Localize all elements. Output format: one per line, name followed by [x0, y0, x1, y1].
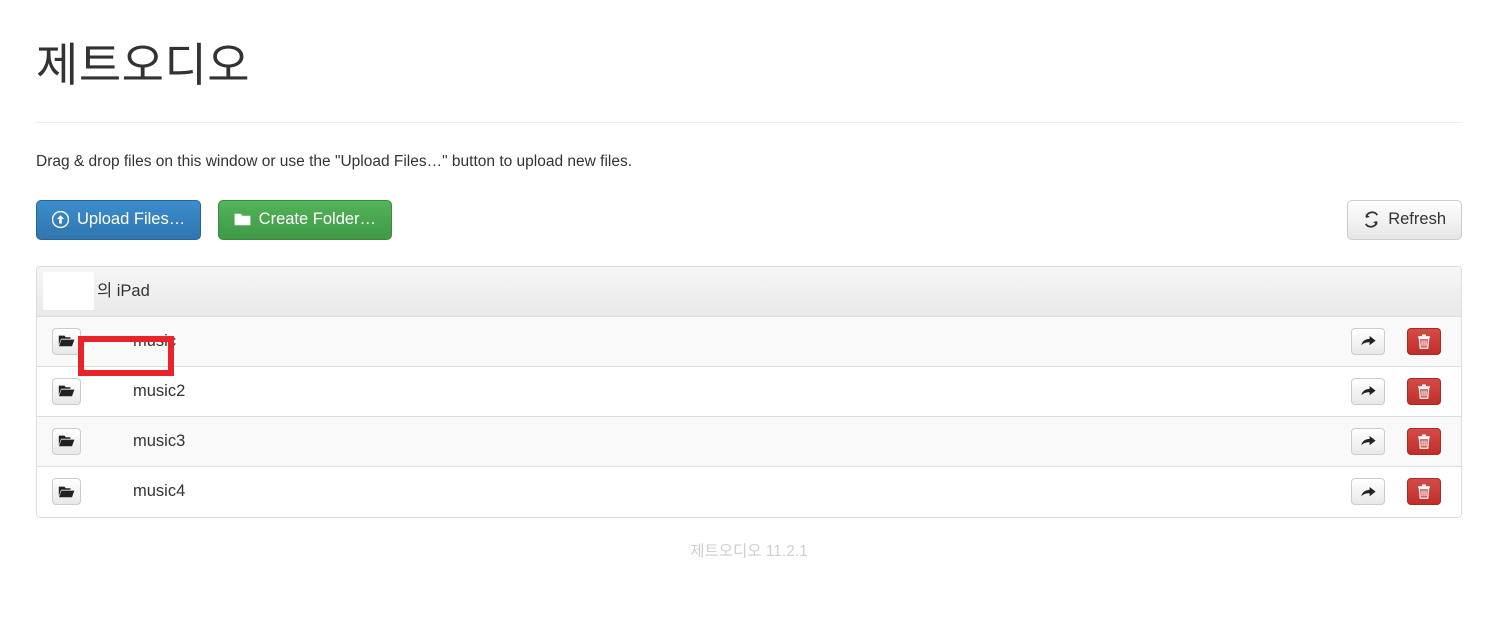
share-arrow-icon[interactable] — [1351, 478, 1385, 506]
row-icon-cell — [37, 427, 89, 455]
row-icon-cell — [37, 478, 89, 506]
upload-files-button[interactable]: Upload Files… — [36, 199, 202, 240]
refresh-label: Refresh — [1388, 210, 1446, 229]
upload-files-label: Upload Files… — [77, 210, 186, 229]
panel-header-breadcrumb[interactable]: 의 iPad — [37, 266, 1461, 317]
table-row[interactable]: music — [37, 316, 1461, 367]
row-icon-cell — [37, 327, 89, 355]
table-row[interactable]: music4 — [37, 466, 1461, 517]
toolbar: Upload Files… Create Folder… Refresh — [36, 199, 1462, 244]
open-folder-icon[interactable] — [51, 478, 81, 506]
trash-icon[interactable] — [1407, 327, 1441, 355]
trash-icon[interactable] — [1407, 427, 1441, 455]
app-version-footer: 제트오디오 11.2.1 — [690, 542, 808, 560]
open-folder-icon[interactable] — [51, 427, 81, 455]
row-actions — [1351, 327, 1461, 355]
row-actions — [1351, 377, 1461, 405]
table-row[interactable]: music2 — [37, 366, 1461, 417]
open-folder-icon[interactable] — [51, 377, 81, 405]
content-container: 제트오디오 Drag & drop files on this window o… — [36, 0, 1462, 559]
create-folder-label: Create Folder… — [258, 210, 377, 229]
refresh-button[interactable]: Refresh — [1347, 199, 1462, 240]
folder-icon — [234, 211, 251, 228]
page-title: 제트오디오 — [36, 39, 251, 91]
share-arrow-icon[interactable] — [1351, 327, 1385, 355]
refresh-icon — [1363, 211, 1380, 228]
folder-name[interactable]: music3 — [89, 433, 1351, 450]
trash-icon[interactable] — [1407, 377, 1441, 405]
folder-name[interactable]: music4 — [89, 483, 1351, 500]
folder-name[interactable]: music — [89, 333, 1351, 350]
row-actions — [1351, 478, 1461, 506]
create-folder-button[interactable]: Create Folder… — [217, 199, 393, 240]
open-folder-icon[interactable] — [51, 327, 81, 355]
app-root: 제트오디오 Drag & drop files on this window o… — [0, 0, 1511, 638]
row-icon-cell — [37, 377, 89, 405]
trash-icon[interactable] — [1407, 478, 1441, 506]
row-actions — [1351, 427, 1461, 455]
share-arrow-icon[interactable] — [1351, 377, 1385, 405]
redacted-device-owner-name — [43, 272, 94, 311]
instructions-text: Drag & drop files on this window or use … — [36, 153, 633, 170]
device-name-label: 의 iPad — [97, 281, 150, 300]
share-arrow-icon[interactable] — [1351, 427, 1385, 455]
file-browser-panel: 의 iPad music music2 music3 music4 — [36, 265, 1462, 518]
file-list: music music2 music3 music4 — [37, 316, 1461, 517]
folder-name[interactable]: music2 — [89, 383, 1351, 400]
upload-circle-arrow-icon — [52, 211, 69, 229]
table-row[interactable]: music3 — [37, 416, 1461, 467]
